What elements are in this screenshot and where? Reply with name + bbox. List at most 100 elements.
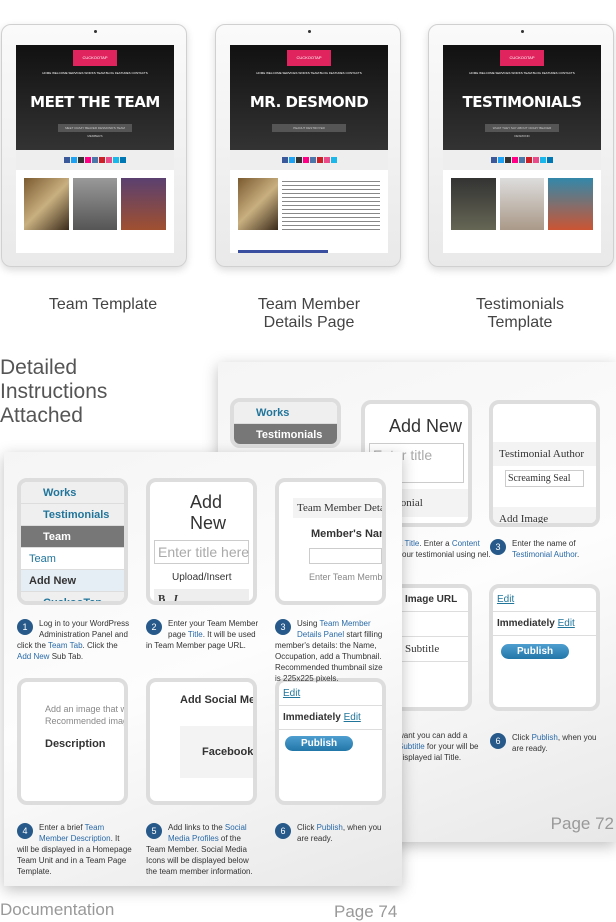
edit-link[interactable]: Edit xyxy=(283,688,300,699)
step-text-post: Sub Tab. xyxy=(49,652,84,661)
author-panel: Testimonial Author Screaming Seal Add Im… xyxy=(489,400,600,527)
step-2-text: 2 Enter your Team Member page Title. It w… xyxy=(146,618,261,651)
field-hint: Enter Team Member xyxy=(309,572,386,582)
step-number: 4 xyxy=(17,823,33,839)
social-icons xyxy=(230,150,388,170)
documentation-label: Documentation xyxy=(0,900,115,919)
add-social-heading: Add Social Media xyxy=(180,694,256,706)
hero-subtitle: MEET CRAZY BEAVER DESMOND'S TEAM MEMBERS xyxy=(58,124,132,138)
menu-panel: Works Testimonials xyxy=(230,398,341,448)
section-heading: Detailed Instructions Attached xyxy=(0,356,108,427)
team-thumbnails xyxy=(16,170,174,230)
tablet-testimonials: CUCKOOTAP HOME WELCOME SERVICES WORKS TEA… xyxy=(428,24,614,267)
step-text-pre: Enter a brief xyxy=(39,823,85,832)
step-number: 3 xyxy=(490,539,506,555)
screen: CUCKOOTAP HOME WELCOME SERVICES WORKS TEA… xyxy=(230,45,388,253)
add-new-title-panel: Add New Enter title here Upload/Insert B… xyxy=(146,478,257,605)
publish-panel: Edit Immediately Edit Publish xyxy=(489,584,600,711)
upload-insert[interactable]: Upload/Insert xyxy=(150,570,253,585)
menu-item-testimonials[interactable]: Testimonials xyxy=(21,504,124,526)
nav: HOME WELCOME SERVICES WORKS TEAM BLOG FE… xyxy=(469,71,575,75)
title-input[interactable]: Enter title here xyxy=(154,540,249,564)
documentation-page-74: Works Testimonials Team Team Add New Cuc… xyxy=(4,452,402,921)
submenu-add-new[interactable]: Add New xyxy=(21,570,124,592)
admin-menu-panel: Works Testimonials Team Team Add New Cuc… xyxy=(17,478,128,605)
social-icons xyxy=(443,150,601,170)
add-image-label: Add Image xyxy=(493,507,596,523)
step-text-link: Team Tab xyxy=(47,641,83,650)
step-5-text: want you can add a Subtitle for your wil… xyxy=(398,731,479,762)
edit-link[interactable]: Edit xyxy=(497,594,514,605)
hero-subtitle: PEANUT DESTROYER xyxy=(272,124,346,132)
author-label: Testimonial Author xyxy=(493,442,596,466)
step-text-link2: Add New xyxy=(17,652,50,661)
add-new-heading: Add New xyxy=(389,416,463,436)
camera xyxy=(521,30,524,33)
step-number: 1 xyxy=(17,619,33,635)
nav: HOME WELCOME SERVICES WORKS TEAM BLOG FE… xyxy=(42,71,148,75)
step-3-text: 3 Enter the name of Testimonial Author. xyxy=(490,538,605,560)
step-6-text: 6 Click Publish, when you are ready. xyxy=(275,822,390,844)
publish-button[interactable]: Publish xyxy=(285,736,354,751)
screen: CUCKOOTAP HOME WELCOME SERVICES WORKS TEA… xyxy=(16,45,174,253)
step-text-mid: . Click the xyxy=(82,641,118,650)
camera xyxy=(308,30,311,33)
step-number: 6 xyxy=(275,823,291,839)
caption-testimonials: Testimonials Template xyxy=(475,296,565,331)
caption-team-template: Team Template xyxy=(48,296,158,313)
step-1-text: 1 Log in to your WordPress Administration… xyxy=(17,618,132,662)
menu-item-testimonials[interactable]: Testimonials xyxy=(234,424,337,444)
hero-title: TESTIMONIALS xyxy=(462,93,582,111)
step-number: 5 xyxy=(146,823,162,839)
step-2-text: a Title. Enter a Content your testimonia… xyxy=(398,539,491,559)
member-photo xyxy=(230,170,388,230)
page-number: Page 74 xyxy=(334,902,398,921)
menu-item-works[interactable]: Works xyxy=(21,482,124,504)
description-label: Description xyxy=(45,738,106,750)
screen: CUCKOOTAP HOME WELCOME SERVICES WORKS TEA… xyxy=(443,45,601,253)
page-number: Page 72 xyxy=(550,814,614,833)
logo: CUCKOOTAP xyxy=(500,50,544,66)
logo: CUCKOOTAP xyxy=(287,50,331,66)
facebook-field[interactable]: Facebook xyxy=(180,726,253,778)
step-number: 2 xyxy=(146,619,162,635)
team-member-details-panel: Team Member Details Member's Name Enter … xyxy=(275,478,386,605)
step-number: 3 xyxy=(275,619,291,635)
step-text-pre: Using xyxy=(297,619,320,628)
caption-member-details: Team Member Details Page xyxy=(257,296,361,331)
recommended-hint: Recommended image xyxy=(45,716,128,726)
social-icons xyxy=(16,150,174,170)
menu-item-team[interactable]: Team xyxy=(21,526,124,548)
step-5-text: 5 Add links to the Social Media Profiles … xyxy=(146,822,261,877)
edit-link[interactable]: Edit xyxy=(558,618,575,629)
publish-panel: Edit Immediately Edit Publish xyxy=(275,678,386,805)
description-panel: Add an image that will Recommended image… xyxy=(17,678,128,805)
step-6-text: 6 Click Publish, when you are ready. xyxy=(490,732,605,754)
step-text-link: Title xyxy=(187,630,203,639)
image-hint: Add an image that will xyxy=(45,704,128,714)
step-4-text: 4 Enter a brief Team Member Description. … xyxy=(17,822,132,877)
menu-item-works[interactable]: Works xyxy=(234,402,337,424)
members-name-input[interactable] xyxy=(309,548,382,564)
step-text-pre: Click xyxy=(297,823,317,832)
step-number: 6 xyxy=(490,733,506,749)
editor-toolbar: B I xyxy=(154,589,249,601)
submenu-team[interactable]: Team xyxy=(21,548,124,570)
nav: HOME WELCOME SERVICES WORKS TEAM BLOG FE… xyxy=(256,71,362,75)
camera xyxy=(94,30,97,33)
author-input[interactable]: Screaming Seal xyxy=(505,470,584,487)
members-name-label: Member's Name xyxy=(311,528,382,540)
panel-title: Team Member Details xyxy=(293,498,382,518)
step-3-text: 3 Using Team Member Details Panel start f… xyxy=(275,618,390,684)
edit-link[interactable]: Edit xyxy=(344,712,361,723)
hero-title: MR. DESMOND xyxy=(249,93,369,111)
hero-title: MEET THE TEAM xyxy=(30,93,160,111)
tablet-member-details: CUCKOOTAP HOME WELCOME SERVICES WORKS TEA… xyxy=(215,24,401,267)
social-media-panel: Add Social Media Facebook xyxy=(146,678,257,805)
add-new-heading: Add New xyxy=(190,492,227,533)
step-text-link: Publish xyxy=(316,823,343,832)
menu-item-cuckootap[interactable]: CuckooTap xyxy=(21,592,124,601)
logo: CUCKOOTAP xyxy=(73,50,117,66)
tablet-team-template: CUCKOOTAP HOME WELCOME SERVICES WORKS TEA… xyxy=(1,24,187,267)
publish-button[interactable]: Publish xyxy=(501,644,570,659)
